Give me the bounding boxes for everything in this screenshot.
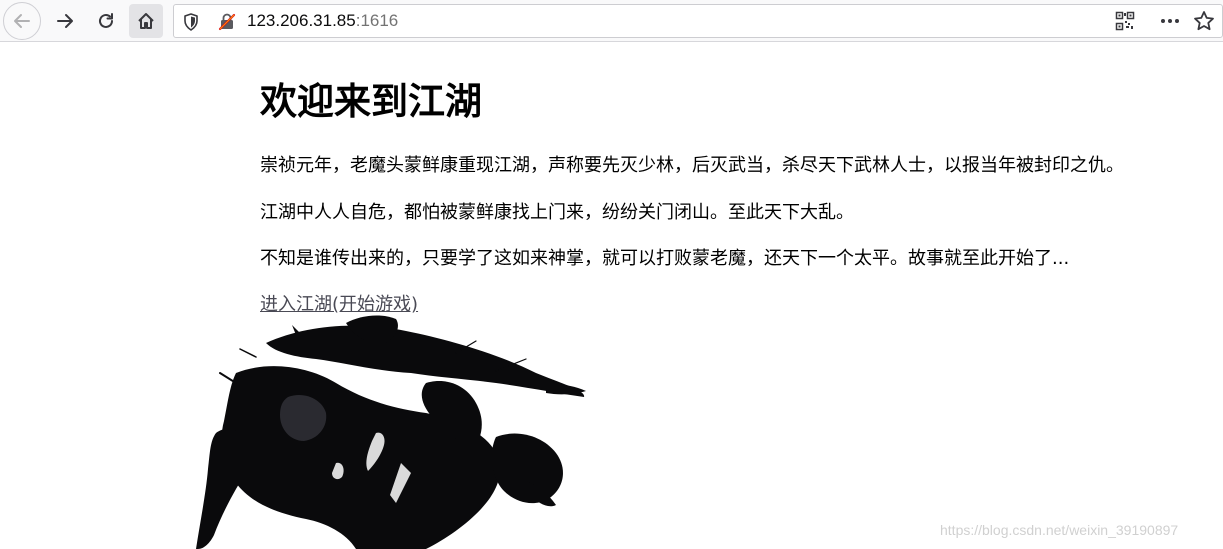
qr-code-icon[interactable] xyxy=(1115,11,1135,31)
page-heading: 欢迎来到江湖 xyxy=(260,80,482,123)
shield-icon[interactable] xyxy=(181,12,201,32)
story-paragraph-3: 不知是谁传出来的，只要学了这如来神掌，就可以打败蒙老魔，还天下一个太平。故事就至… xyxy=(260,248,1070,269)
address-bar[interactable]: 123.206.31.85:1616 xyxy=(173,4,1223,38)
url-host: 123.206.31.85 xyxy=(247,11,356,30)
watermark: https://blog.csdn.net/weixin_39190897 xyxy=(940,522,1179,538)
ink-painting-image xyxy=(196,315,586,549)
home-button[interactable] xyxy=(129,4,163,38)
forward-button[interactable] xyxy=(48,4,82,38)
url-text[interactable]: 123.206.31.85:1616 xyxy=(247,11,398,31)
reload-icon xyxy=(99,13,113,28)
reload-button[interactable] xyxy=(89,4,123,38)
browser-toolbar: 123.206.31.85:1616 xyxy=(0,0,1223,42)
back-icon xyxy=(14,14,30,28)
forward-icon xyxy=(57,14,73,28)
url-port: :1616 xyxy=(355,11,399,30)
more-icon[interactable] xyxy=(1158,11,1182,31)
insecure-lock-icon[interactable] xyxy=(217,12,237,32)
story-paragraph-1: 崇祯元年，老魔头蒙鲜康重现江湖，声称要先灭少林，后灭武当，杀尽天下武林人士，以报… xyxy=(260,155,1124,176)
story-paragraph-2: 江湖中人人自危，都怕被蒙鲜康找上门来，纷纷关门闭山。至此天下大乱。 xyxy=(260,202,854,223)
back-button[interactable] xyxy=(3,2,41,40)
home-icon xyxy=(138,13,154,29)
star-icon[interactable] xyxy=(1193,10,1215,32)
